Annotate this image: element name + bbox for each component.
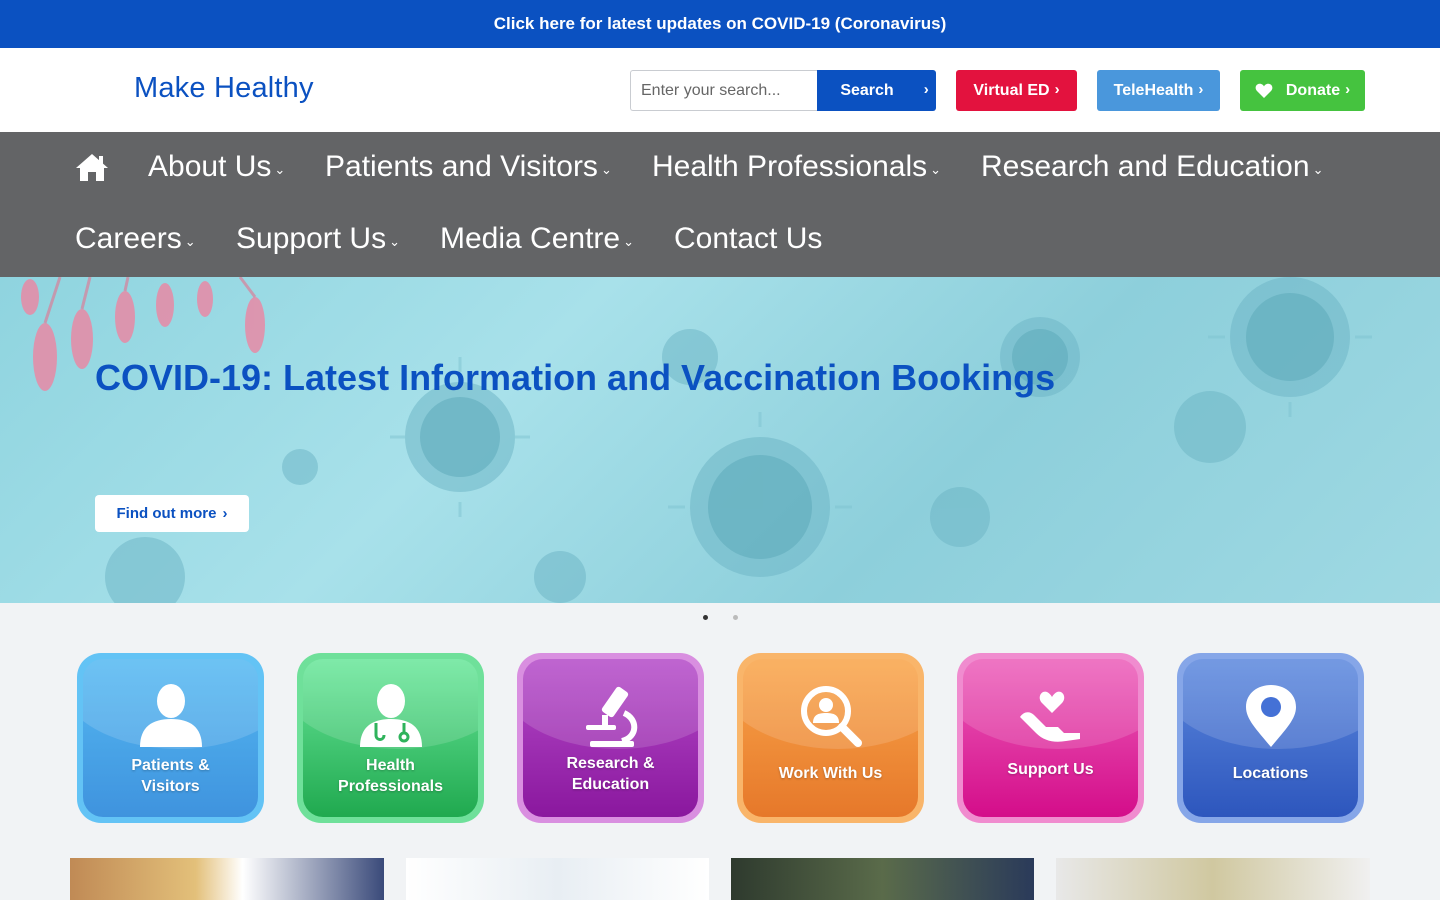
tile-label: Support Us [1007, 759, 1093, 780]
chevron-right-icon: › [1198, 80, 1204, 98]
chevron-down-icon: ⌄ [930, 162, 942, 177]
telehealth-button[interactable]: TeleHealth › [1097, 70, 1220, 111]
tile-health-professionals[interactable]: Health Professionals [297, 653, 484, 823]
main-navigation: About Us ⌄ Patients and Visitors ⌄ Health … [0, 132, 1440, 277]
chevron-down-icon: ⌄ [184, 234, 196, 249]
tile-label-line: Work With Us [778, 765, 883, 782]
chevron-right-icon: › [1054, 80, 1060, 98]
covid-alert-bar: Click here for latest updates on COVID-1… [0, 0, 1440, 48]
news-card-image-3[interactable] [731, 858, 1034, 900]
nav-item-label: Patients and Visitors [325, 150, 598, 183]
news-card-image-4[interactable] [1056, 858, 1370, 900]
nav-item-label: Contact Us [674, 222, 823, 255]
home-icon[interactable] [74, 152, 110, 182]
doctor-icon [359, 684, 422, 747]
site-logo[interactable]: Make Healthy [134, 72, 314, 105]
nav-item-label: About Us [148, 150, 272, 183]
find-out-more-label: Find out more [116, 505, 217, 522]
nav-item-media-centre[interactable]: Media Centre ⌄ [440, 222, 634, 256]
tile-label-line: Health [366, 757, 415, 774]
tile-support-us[interactable]: Support Us [957, 653, 1144, 823]
nav-item-label: Media Centre [440, 222, 621, 255]
covid-alert-link[interactable]: Click here for latest updates on COVID-1… [494, 14, 946, 34]
nav-item-label: Support Us [236, 222, 387, 255]
heart-hand-icon [1019, 691, 1080, 742]
nav-item-label: Careers [75, 222, 182, 255]
tile-body: Patients & Visitors [83, 659, 258, 817]
chevron-down-icon: ⌄ [1312, 162, 1324, 177]
nav-item-careers[interactable]: Careers ⌄ [75, 222, 196, 256]
chevron-right-icon: › [222, 505, 228, 522]
heart-icon [1255, 83, 1273, 98]
tile-label: Patients & Visitors [131, 755, 209, 797]
chevron-down-icon: ⌄ [389, 234, 400, 249]
search-input[interactable] [630, 70, 817, 111]
tile-body: Support Us [963, 659, 1138, 817]
news-card-image-1[interactable] [70, 858, 384, 900]
hero-title[interactable]: COVID-19: Latest Information and Vaccina… [95, 357, 1055, 399]
nav-item-label: Health Professionals [652, 150, 928, 183]
carousel-dot-2[interactable] [733, 615, 738, 620]
search-form: Search › [630, 70, 936, 111]
chevron-down-icon: ⌄ [274, 162, 286, 177]
chevron-down-icon: ⌄ [600, 162, 612, 177]
tile-body: Work With Us [743, 659, 918, 817]
nav-item-support-us[interactable]: Support Us ⌄ [236, 222, 400, 256]
search-person-icon [800, 686, 862, 747]
person-icon [139, 684, 202, 747]
tile-label-line: Support Us [1007, 761, 1094, 778]
find-out-more-button[interactable]: Find out more › [95, 495, 249, 532]
donate-label: Donate [1285, 81, 1341, 99]
tile-label: Research & Education [566, 753, 654, 795]
search-button[interactable]: Search › [817, 70, 936, 111]
tile-label-line: Patients & [131, 757, 210, 774]
nav-item-contact-us[interactable]: Contact Us [674, 222, 822, 256]
tile-work-with-us[interactable]: Work With Us [737, 653, 924, 823]
virus-background-image [21, 277, 1372, 603]
tile-label: Health Professionals [338, 755, 443, 797]
nav-item-about-us[interactable]: About Us ⌄ [148, 150, 285, 184]
location-pin-icon [1245, 685, 1296, 747]
telehealth-label: TeleHealth [1113, 81, 1194, 99]
tile-body: Health Professionals [303, 659, 478, 817]
virtual-ed-label: Virtual ED [973, 81, 1050, 99]
tile-label-line: Visitors [141, 778, 200, 795]
tile-body: Locations [1183, 659, 1358, 817]
carousel-dots [0, 611, 1440, 625]
tile-label: Locations [1233, 763, 1309, 784]
tile-research-education[interactable]: Research & Education [517, 653, 704, 823]
tile-label-line: Locations [1232, 765, 1309, 782]
tile-locations[interactable]: Locations [1177, 653, 1364, 823]
tile-label-line: Research & [566, 755, 655, 772]
carousel-dot-1[interactable] [703, 615, 708, 620]
search-button-label: Search [840, 81, 894, 99]
nav-item-patients-and-visitors[interactable]: Patients and Visitors ⌄ [325, 150, 612, 184]
donate-button[interactable]: Donate › [1240, 70, 1365, 111]
nav-item-label: Research and Education [981, 150, 1310, 183]
tile-patients-visitors[interactable]: Patients & Visitors [77, 653, 264, 823]
hero-banner: COVID-19: Latest Information and Vaccina… [0, 277, 1440, 603]
nav-item-research-and-education[interactable]: Research and Education ⌄ [981, 150, 1323, 184]
microscope-icon [585, 686, 637, 747]
tile-body: Research & Education [523, 659, 698, 817]
tile-label-line: Professionals [338, 778, 443, 795]
chevron-right-icon: › [923, 80, 929, 98]
nav-item-health-professionals[interactable]: Health Professionals ⌄ [652, 150, 941, 184]
tile-label: Work With Us [779, 763, 883, 784]
tile-label-line: Education [571, 776, 650, 793]
chevron-right-icon: › [1345, 80, 1351, 98]
virtual-ed-button[interactable]: Virtual ED › [956, 70, 1077, 111]
chevron-down-icon: ⌄ [623, 234, 634, 249]
site-header: Make Healthy Search › Virtual ED › TeleH… [0, 48, 1440, 132]
news-card-image-2[interactable] [406, 858, 709, 900]
